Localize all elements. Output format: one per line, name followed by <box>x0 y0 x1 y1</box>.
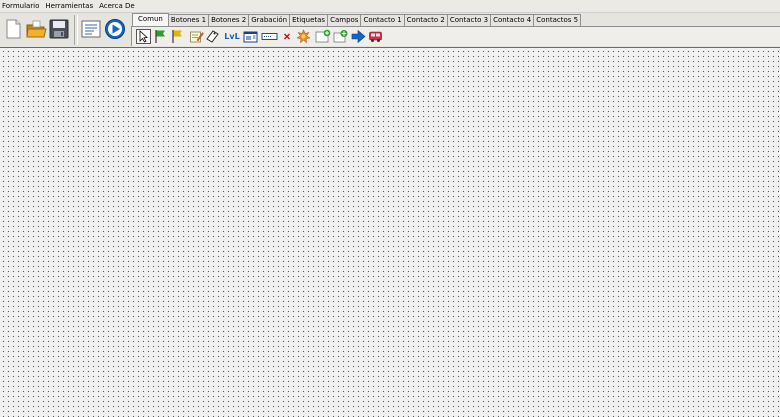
pointer-arrow-icon[interactable] <box>136 29 151 44</box>
delete-x-icon[interactable] <box>282 29 292 44</box>
app-window: Formulario Herramientas Acerca De Comun … <box>0 0 780 417</box>
form-design-canvas[interactable] <box>0 48 780 417</box>
open-folder-icon[interactable] <box>25 18 47 40</box>
form-properties-icon[interactable] <box>80 18 102 40</box>
tab-botones-1[interactable]: Botones 1 <box>168 14 210 26</box>
component-palette: LvL <box>131 26 780 46</box>
menu-bar: Formulario Herramientas Acerca De <box>0 0 780 13</box>
tab-contacto-2[interactable]: Contacto 2 <box>404 14 448 26</box>
tab-contactos-5[interactable]: Contactos 5 <box>534 14 582 26</box>
toolbar-separator <box>74 15 78 45</box>
component-tab-bar: Comun Botones 1 Botones 2 Grabación Etiq… <box>132 13 582 27</box>
toolbar: Comun Botones 1 Botones 2 Grabación Etiq… <box>0 13 780 48</box>
textbox-icon[interactable] <box>261 29 278 44</box>
menu-herramientas[interactable]: Herramientas <box>42 0 96 12</box>
run-play-icon[interactable] <box>104 18 126 40</box>
tab-botones-2[interactable]: Botones 2 <box>209 14 250 26</box>
tab-contacto-1[interactable]: Contacto 1 <box>361 14 405 26</box>
add-green-plus-icon[interactable] <box>333 29 349 44</box>
tab-campos[interactable]: Campos <box>328 14 362 26</box>
gear-star-icon[interactable] <box>296 29 311 44</box>
blue-arrow-right-icon[interactable] <box>351 29 366 44</box>
tab-contacto-3[interactable]: Contacto 3 <box>447 14 492 26</box>
new-file-icon[interactable] <box>2 18 24 40</box>
red-bus-icon[interactable] <box>368 29 383 44</box>
yellow-flag-icon[interactable] <box>170 29 185 44</box>
label-lvl-icon[interactable]: LvL <box>223 29 241 44</box>
lvl-text: LvL <box>224 32 240 41</box>
edit-note-icon[interactable] <box>189 29 204 44</box>
eraser-icon[interactable] <box>205 29 220 44</box>
green-flag-icon[interactable] <box>153 29 168 44</box>
add-window-icon[interactable] <box>315 29 331 44</box>
tab-grabacion[interactable]: Grabación <box>249 14 291 26</box>
menu-formulario[interactable]: Formulario <box>0 0 42 12</box>
frame-panel-icon[interactable] <box>243 29 258 44</box>
tab-comun[interactable]: Comun <box>132 13 169 27</box>
tab-contacto-4[interactable]: Contacto 4 <box>491 14 535 26</box>
save-disk-icon[interactable] <box>48 18 70 40</box>
menu-acerca-de[interactable]: Acerca De <box>96 0 138 12</box>
tab-etiquetas[interactable]: Etiquetas <box>290 14 329 26</box>
